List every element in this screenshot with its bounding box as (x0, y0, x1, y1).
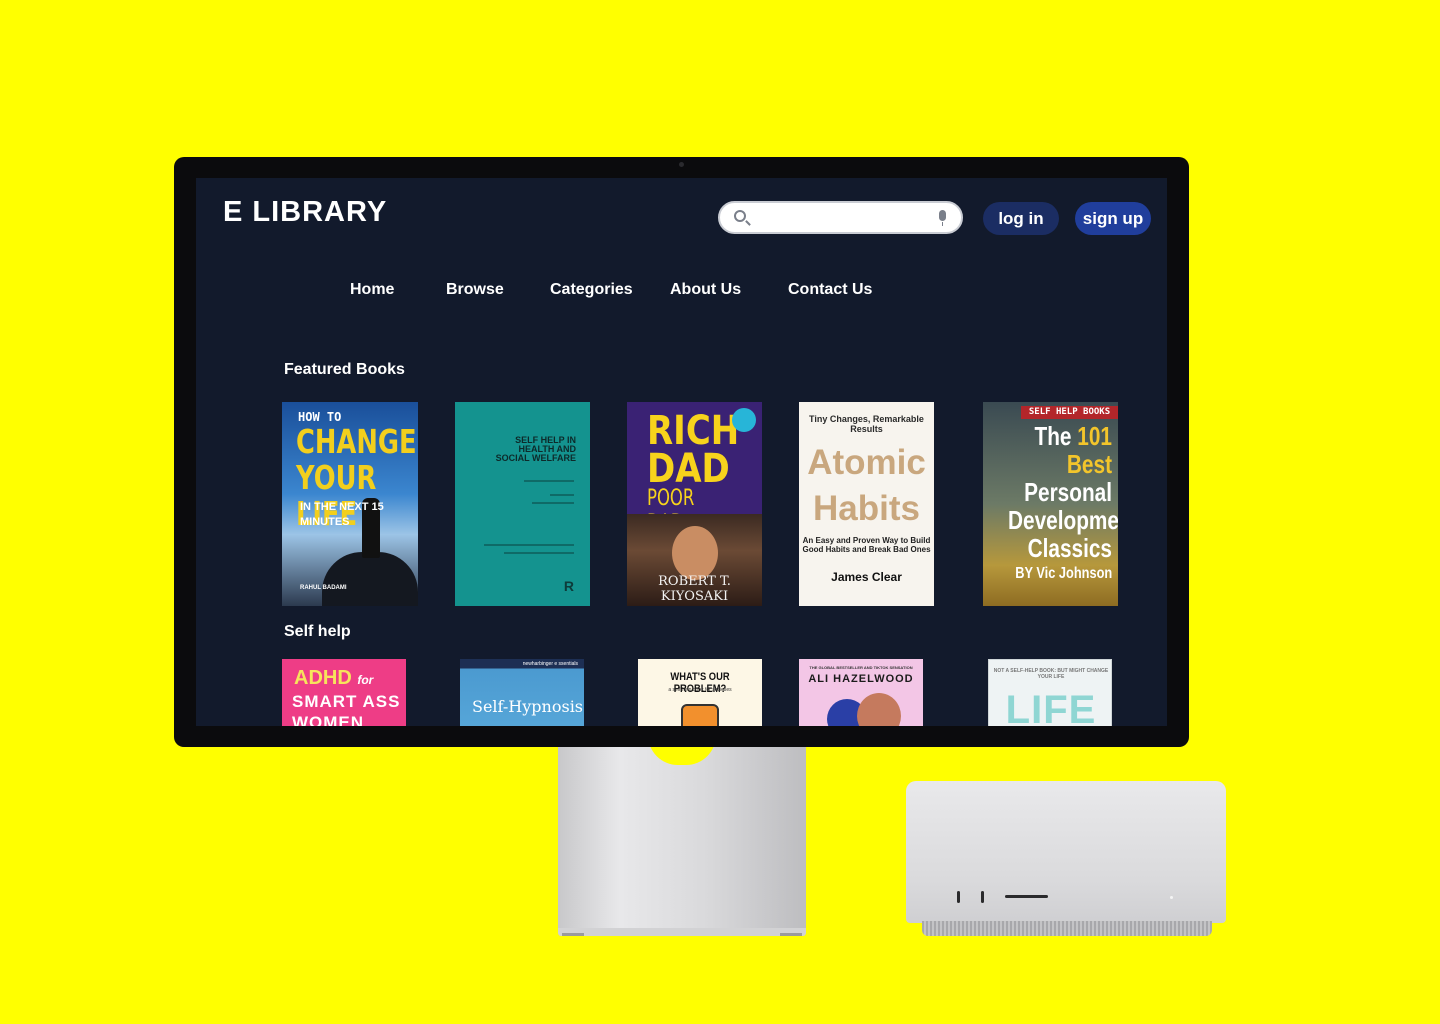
nav-about-us[interactable]: About Us (670, 281, 741, 299)
book-title: The 101 Best Personal Development Classi… (1008, 421, 1118, 562)
book-cover-whats-our-problem[interactable]: WHAT'S OUR PROBLEM? a self-help book for… (638, 659, 762, 726)
camera-icon (679, 162, 684, 167)
divider (484, 544, 574, 546)
cover-band: SELF HELP BOOKS (1021, 406, 1118, 419)
divider (532, 502, 574, 504)
book-title: Self-Hypnosis (472, 697, 584, 716)
nav-home[interactable]: Home (350, 281, 394, 299)
search-input[interactable] (756, 207, 926, 229)
login-button[interactable]: log in (983, 202, 1059, 235)
self-help-heading: Self help (284, 623, 351, 640)
book-cover-atomic-habits[interactable]: Tiny Changes, Remarkable Results Atomic … (799, 402, 934, 606)
sd-card-slot (1005, 895, 1048, 898)
book-author: James Clear (831, 570, 902, 584)
search-icon[interactable] (734, 210, 746, 222)
book-cover-change-your-life[interactable]: HOW TO CHANGE YOUR LIFE IN THE NEXT 15 M… (282, 402, 418, 606)
book-series: newharbinger e ssentials (522, 661, 578, 667)
book-title-part: for (357, 673, 374, 687)
book-subtitle: a self-help book for societies (668, 687, 732, 693)
book-kicker: THE GLOBAL BESTSELLER AND TIKTOK SENSATI… (809, 665, 913, 670)
divider (524, 480, 574, 482)
book-cover-rich-dad-poor-dad[interactable]: RICH DAD POOR DAD ROBERT T. KIYOSAKI (627, 402, 762, 606)
book-title: SMART ASS (292, 692, 401, 711)
book-title: RICH DAD (647, 408, 740, 492)
publisher-logo: R (563, 578, 574, 594)
cover-art (322, 552, 418, 606)
cover-badge (732, 408, 756, 432)
app-screen: E LIBRARY log in sign up Home Browse Cat… (196, 178, 1167, 726)
monitor-stand (558, 747, 806, 930)
book-subtitle: An Easy and Proven Way to Build Good Hab… (802, 536, 931, 554)
book-title: Atomic Habits (807, 443, 926, 528)
book-tagline: Tiny Changes, Remarkable Results (809, 414, 924, 434)
book-cover-self-hypnosis[interactable]: newharbinger e ssentials Self-Hypnosis (460, 659, 584, 726)
book-title: ADHD for (294, 667, 373, 690)
book-kicker: NOT A SELF-HELP BOOK: BUT MIGHT CHANGE Y… (993, 668, 1109, 680)
usb-port (957, 891, 960, 903)
book-title: WOMEN (292, 713, 365, 726)
app-logo[interactable]: E LIBRARY (223, 196, 387, 229)
book-subtitle: IN THE NEXT 15 MINUTES (300, 501, 384, 528)
book-author: ALI HAZELWOOD (808, 673, 914, 685)
mac-studio-vent (922, 921, 1212, 936)
book-cover-life[interactable]: NOT A SELF-HELP BOOK: BUT MIGHT CHANGE Y… (988, 659, 1112, 726)
book-cover-101-best[interactable]: SELF HELP BOOKS The 101 Best Personal De… (983, 402, 1118, 606)
book-title-part: ADHD (294, 667, 352, 689)
book-title-part: Personal Development Classics (1008, 477, 1118, 563)
nav-contact-us[interactable]: Contact Us (788, 281, 872, 299)
book-title: SELF HELP IN HEALTH AND SOCIAL WELFARE (495, 435, 576, 463)
usb-port (981, 891, 984, 903)
book-title-part: The (1034, 421, 1078, 451)
divider (550, 494, 574, 496)
signup-button[interactable]: sign up (1075, 202, 1151, 235)
divider (504, 552, 574, 554)
nav-categories[interactable]: Categories (550, 281, 633, 299)
book-author: RAHUL BADAMI (300, 585, 347, 591)
book-cover-self-help-health[interactable]: SELF HELP IN HEALTH AND SOCIAL WELFARE R (455, 402, 590, 606)
power-led (1170, 896, 1173, 899)
search-bar[interactable] (718, 201, 963, 234)
microphone-icon[interactable] (939, 210, 946, 226)
cover-art (672, 526, 718, 580)
mac-studio (906, 781, 1226, 923)
book-title: LIFE (1005, 688, 1097, 726)
featured-books-heading: Featured Books (284, 361, 405, 378)
book-author: BY Vic Johnson (1015, 565, 1112, 582)
nav-browse[interactable]: Browse (446, 281, 504, 299)
stand-foot (558, 928, 806, 936)
cover-art (857, 693, 901, 726)
cover-art (681, 704, 719, 726)
book-cover-ali-hazelwood[interactable]: THE GLOBAL BESTSELLER AND TIKTOK SENSATI… (799, 659, 923, 726)
book-cover-adhd[interactable]: ADHD for SMART ASS WOMEN (282, 659, 406, 726)
book-author: ROBERT T. KIYOSAKI (658, 574, 731, 604)
